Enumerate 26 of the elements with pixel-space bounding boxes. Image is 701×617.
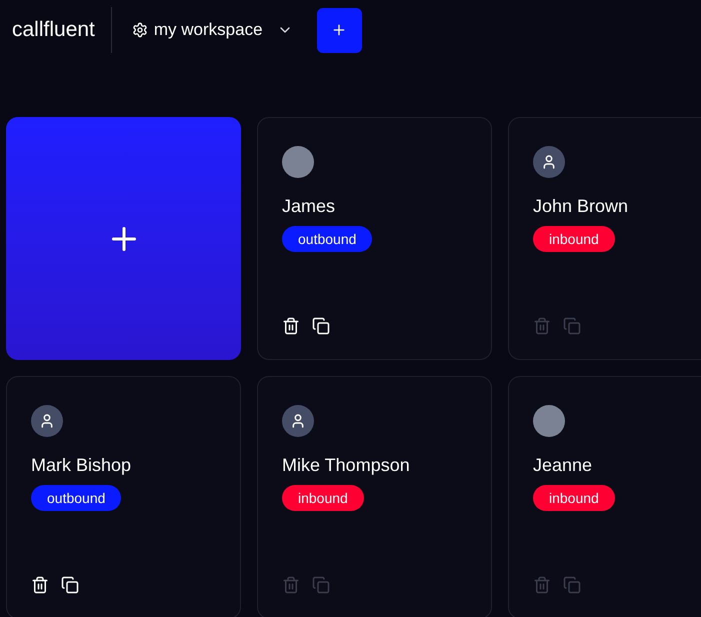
photo-placeholder [282, 146, 314, 178]
direction-tag: outbound [282, 226, 372, 252]
logo: callfluent [12, 17, 95, 44]
copy-icon[interactable] [61, 576, 79, 594]
add-button[interactable] [316, 8, 362, 52]
settings-icon [132, 22, 148, 38]
delete-icon[interactable] [282, 317, 300, 335]
direction-tag: inbound [533, 226, 615, 252]
agent-card[interactable]: Mark Bishop outbound [6, 376, 241, 617]
workspace-dropdown[interactable]: my workspace [132, 17, 293, 43]
agent-name: James [282, 195, 336, 218]
avatar-user-icon [282, 405, 314, 437]
direction-tag: inbound [282, 485, 364, 511]
direction-tag: outbound [31, 485, 122, 511]
new-agent-card[interactable] [6, 117, 241, 360]
photo-placeholder [533, 405, 565, 437]
agent-name: Mike Thompson [282, 454, 411, 477]
avatar-user-icon [533, 146, 565, 178]
agent-name: Mark Bishop [31, 454, 132, 477]
direction-tag: inbound [533, 485, 615, 511]
agent-card[interactable]: James outbound [257, 117, 492, 360]
copy-icon[interactable] [312, 317, 330, 335]
agent-name: Jeanne [533, 454, 594, 477]
delete-icon[interactable] [31, 576, 49, 594]
agent-name: John Brown [533, 195, 630, 218]
avatar-user-icon [31, 405, 63, 437]
